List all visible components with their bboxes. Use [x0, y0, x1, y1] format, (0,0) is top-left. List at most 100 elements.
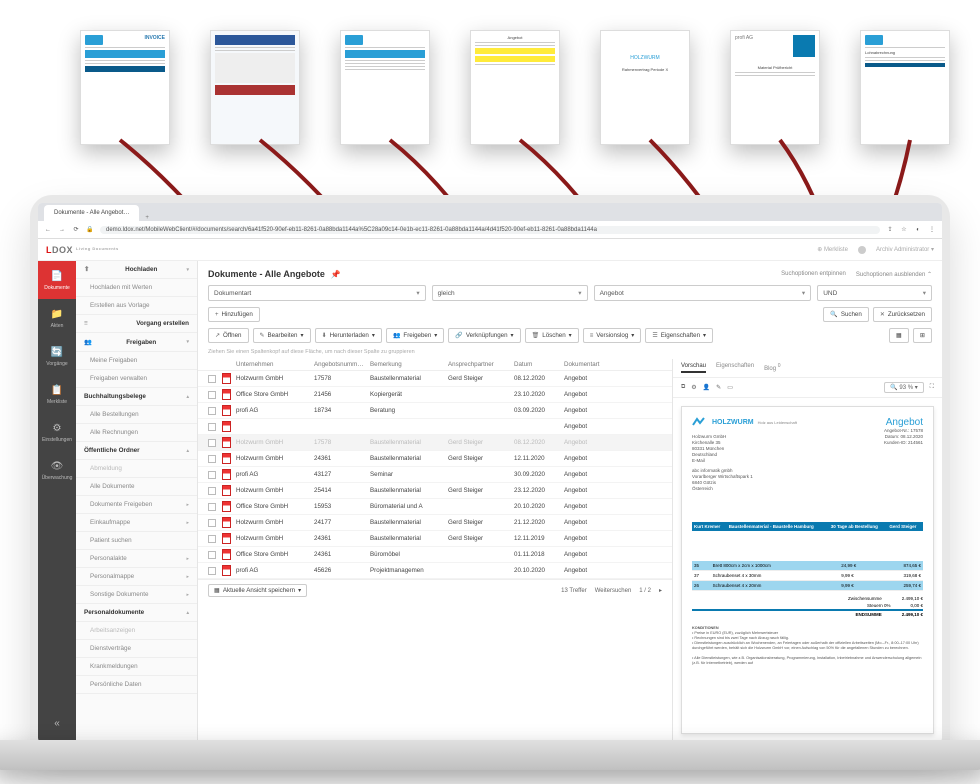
- browser-tab[interactable]: Dokumente - Alle Angebot…: [44, 205, 139, 221]
- sidebar-item[interactable]: Alle Rechnungen: [76, 424, 197, 442]
- table-row[interactable]: Holzwurm GmbH24361BaustellenmaterialGerd…: [198, 451, 672, 467]
- pv-stamp-icon[interactable]: ▭: [727, 384, 733, 391]
- user-name[interactable]: Archiv Administrator ▾: [876, 246, 934, 253]
- sidebar-item[interactable]: Einkaufmappe▸: [76, 514, 197, 532]
- rail-überwachung[interactable]: 👁Überwachung: [38, 451, 76, 489]
- reset-button[interactable]: ✕Zurücksetzen: [873, 307, 932, 322]
- search-next[interactable]: Weitersuchen: [595, 588, 632, 594]
- unpin-search[interactable]: Suchoptionen entpinnen: [781, 271, 846, 278]
- row-checkbox[interactable]: [208, 551, 216, 559]
- pv-pencil-icon[interactable]: ✎: [716, 384, 721, 391]
- rail-akten[interactable]: 📁Akten: [38, 299, 76, 337]
- table-row[interactable]: profi AG18734Beratung03.09.2020Angebot: [198, 403, 672, 419]
- table-row[interactable]: Holzwurm GmbH17578BaustellenmaterialGerd…: [198, 371, 672, 387]
- profile-icon[interactable]: ◐: [914, 226, 922, 234]
- sidebar-item[interactable]: Meine Freigaben: [76, 352, 197, 370]
- row-checkbox[interactable]: [208, 455, 216, 463]
- forward-icon[interactable]: →: [58, 226, 66, 234]
- url-field[interactable]: demo.ldox.net/MobileWebClient/#/document…: [100, 226, 880, 234]
- share-button[interactable]: 👥Freigeben▾: [386, 328, 444, 343]
- pv-gear-icon[interactable]: ⚙: [691, 384, 696, 391]
- row-checkbox[interactable]: [208, 375, 216, 383]
- delete-button[interactable]: 🗑Löschen▾: [525, 328, 579, 343]
- sidebar-item[interactable]: Arbeitsanzeigen: [76, 622, 197, 640]
- sidebar-item[interactable]: ≡Vorgang erstellen: [76, 315, 197, 333]
- sidebar-item[interactable]: Personaldokumente▴: [76, 604, 197, 622]
- pv-expand-icon[interactable]: ⛶: [930, 384, 934, 391]
- sidebar-item[interactable]: Personalakte▸: [76, 550, 197, 568]
- pv-copy-icon[interactable]: ⧉: [681, 384, 685, 391]
- preview-tab-vorschau[interactable]: Vorschau: [681, 363, 706, 373]
- versions-button[interactable]: ≡Versionslog▾: [583, 328, 642, 343]
- row-checkbox[interactable]: [208, 423, 216, 431]
- save-view-button[interactable]: ▦ Aktuelle Ansicht speichern ▾: [208, 584, 307, 597]
- sidebar-item[interactable]: ⬆Hochladen▾: [76, 261, 197, 279]
- menu-icon[interactable]: ⋮: [928, 226, 936, 234]
- add-criteria-button[interactable]: +Hinzufügen: [208, 307, 260, 322]
- row-checkbox[interactable]: [208, 535, 216, 543]
- row-checkbox[interactable]: [208, 567, 216, 575]
- table-row[interactable]: Office Store GmbH15953Büromaterial und A…: [198, 499, 672, 515]
- sidebar-item[interactable]: Krankmeldungen: [76, 658, 197, 676]
- edit-button[interactable]: ✎Bearbeiten▾: [253, 328, 311, 343]
- table-row[interactable]: profi AG43127Seminar30.09.2020Angebot: [198, 467, 672, 483]
- rail-einstellungen[interactable]: ⚙Einstellungen: [38, 413, 76, 451]
- sidebar-item[interactable]: Alle Bestellungen: [76, 406, 197, 424]
- row-checkbox[interactable]: [208, 407, 216, 415]
- preview-tab-blog[interactable]: Blog 0: [764, 363, 780, 373]
- sidebar-item[interactable]: Abmeldung: [76, 460, 197, 478]
- sidebar-item[interactable]: Personalmappe▸: [76, 568, 197, 586]
- sidebar-item[interactable]: 👥Freigaben▾: [76, 333, 197, 352]
- sidebar-item[interactable]: Hochladen mit Werten: [76, 279, 197, 297]
- table-row[interactable]: Holzwurm GmbH24361BaustellenmaterialGerd…: [198, 531, 672, 547]
- zoom-control[interactable]: 🔍 93 % ▾: [884, 382, 924, 393]
- sidebar-item[interactable]: Dokumente Freigeben▸: [76, 496, 197, 514]
- view-list-icon[interactable]: ▦: [889, 328, 909, 343]
- table-row[interactable]: Holzwurm GmbH25414BaustellenmaterialGerd…: [198, 483, 672, 499]
- links-button[interactable]: 🔗Verknüpfungen▾: [448, 328, 520, 343]
- rail-merkliste[interactable]: 📋Merkliste: [38, 375, 76, 413]
- user-avatar-icon[interactable]: [858, 246, 866, 254]
- table-row[interactable]: Holzwurm GmbH17578BaustellenmaterialGerd…: [198, 435, 672, 451]
- download-button[interactable]: ⬇Herunterladen▾: [315, 328, 382, 343]
- table-row[interactable]: Angebot: [198, 419, 672, 435]
- open-button[interactable]: ↗Öffnen: [208, 328, 249, 343]
- table-row[interactable]: Holzwurm GmbH24177BaustellenmaterialGerd…: [198, 515, 672, 531]
- search-button[interactable]: 🔍Suchen: [823, 307, 868, 322]
- pager-next-icon[interactable]: ▸: [659, 587, 662, 594]
- row-checkbox[interactable]: [208, 439, 216, 447]
- back-icon[interactable]: ←: [44, 226, 52, 234]
- pager[interactable]: 1 / 2: [639, 588, 651, 594]
- sidebar-item[interactable]: Dienstverträge: [76, 640, 197, 658]
- row-checkbox[interactable]: [208, 391, 216, 399]
- extension-icon[interactable]: ⇪: [886, 226, 894, 234]
- sidebar-item[interactable]: Alle Dokumente: [76, 478, 197, 496]
- rail-collapse[interactable]: «: [38, 704, 76, 742]
- star-icon[interactable]: ☆: [900, 226, 908, 234]
- reload-icon[interactable]: ⟳: [72, 226, 80, 234]
- row-checkbox[interactable]: [208, 503, 216, 511]
- sidebar-item[interactable]: Buchhaltungsbelege▴: [76, 388, 197, 406]
- table-row[interactable]: profi AG45626Projektmanagemen20.10.2020A…: [198, 563, 672, 579]
- row-checkbox[interactable]: [208, 519, 216, 527]
- rail-vorgänge[interactable]: 🔄Vorgänge: [38, 337, 76, 375]
- row-checkbox[interactable]: [208, 471, 216, 479]
- sidebar-item[interactable]: Persönliche Daten: [76, 676, 197, 694]
- row-checkbox[interactable]: [208, 487, 216, 495]
- rail-dokumente[interactable]: 📄Dokumente: [38, 261, 76, 299]
- filter-op[interactable]: gleich▾: [432, 285, 588, 301]
- table-row[interactable]: Office Store GmbH24361Büromöbel01.11.201…: [198, 547, 672, 563]
- hide-search[interactable]: Suchoptionen ausblenden ⌃: [856, 271, 932, 278]
- sidebar-item[interactable]: Öffentliche Ordner▴: [76, 442, 197, 460]
- filter-value[interactable]: Angebot▾: [594, 285, 812, 301]
- view-grid-icon[interactable]: ⊞: [913, 328, 932, 343]
- sidebar-item[interactable]: Freigaben verwalten: [76, 370, 197, 388]
- sidebar-item[interactable]: Patient suchen: [76, 532, 197, 550]
- merkliste-link[interactable]: ⊕ Merkliste: [817, 246, 848, 253]
- preview-tab-props[interactable]: Eigenschaften: [716, 363, 754, 373]
- filter-field[interactable]: Dokumentart▾: [208, 285, 426, 301]
- sidebar-item[interactable]: Erstellen aus Vorlage: [76, 297, 197, 315]
- filter-logic[interactable]: UND▾: [817, 285, 932, 301]
- props-button[interactable]: ☰Eigenschaften▾: [645, 328, 713, 343]
- sidebar-item[interactable]: Sonstige Dokumente▸: [76, 586, 197, 604]
